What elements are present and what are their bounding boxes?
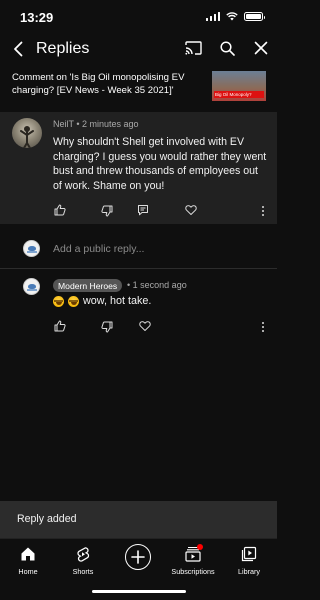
dislike-button[interactable] — [100, 204, 114, 218]
close-icon — [254, 41, 268, 55]
reply-button[interactable] — [136, 203, 150, 217]
nav-item-shorts[interactable]: Shorts — [58, 545, 108, 576]
reply-comment: Modern Heroes • 1 second ago wow, hot ta… — [0, 272, 277, 342]
more-options-icon[interactable] — [260, 320, 266, 334]
divider — [0, 268, 277, 269]
cellular-signal-icon — [205, 12, 220, 21]
search-button[interactable] — [217, 38, 237, 58]
reply-input-row[interactable]: Add a public reply... — [0, 232, 277, 266]
heart-button[interactable] — [184, 203, 198, 217]
dislike-button[interactable] — [100, 320, 114, 334]
thumbs-down-icon — [101, 205, 113, 217]
like-button[interactable] — [53, 319, 67, 333]
reply-meta: • 1 second ago — [127, 280, 187, 290]
parent-comment: NeilT • 2 minutes ago Why shouldn't Shel… — [0, 112, 277, 224]
close-button[interactable] — [251, 38, 271, 58]
like-button[interactable] — [53, 203, 67, 217]
notification-dot — [197, 544, 203, 550]
laughing-emoji-icon — [68, 295, 79, 307]
video-thumbnail[interactable]: Big Oil Monopoly? — [212, 71, 266, 101]
snackbar-text: Reply added — [17, 513, 77, 525]
home-icon — [21, 547, 35, 561]
video-reference[interactable]: Comment on 'Is Big Oil monopolising EV c… — [0, 68, 277, 108]
nav-item-subscriptions[interactable]: Subscriptions — [168, 544, 218, 576]
search-icon — [219, 40, 235, 56]
thumbs-up-icon — [54, 320, 66, 332]
reply-text-row: wow, hot take. — [53, 295, 151, 307]
back-button[interactable] — [8, 38, 28, 60]
snackbar: Reply added — [0, 501, 277, 538]
nav-label-subscriptions: Subscriptions — [171, 567, 215, 576]
status-bar: 13:29 — [0, 0, 277, 34]
thumbs-up-icon — [54, 204, 66, 216]
page-title: Replies — [36, 40, 90, 57]
library-icon — [241, 546, 257, 562]
thumbs-down-icon — [101, 321, 113, 333]
avatar[interactable] — [23, 278, 40, 295]
comment-meta: NeilT • 2 minutes ago — [53, 119, 139, 129]
nav-label-home: Home — [18, 567, 38, 576]
comment-time: 2 minutes ago — [82, 119, 139, 129]
home-indicator — [92, 590, 186, 593]
header-actions — [183, 38, 271, 58]
person-silhouette-icon — [20, 126, 34, 148]
laughing-emoji-icon — [53, 295, 64, 307]
reply-icon — [138, 205, 148, 216]
cast-icon — [184, 41, 202, 55]
nav-item-library[interactable]: Library — [224, 545, 274, 576]
heart-icon — [139, 321, 151, 331]
thumbnail-caption: Big Oil Monopoly? — [215, 92, 252, 97]
replies-header: Replies — [0, 34, 277, 64]
shorts-icon — [77, 546, 90, 562]
create-icon — [131, 550, 145, 564]
reply-text: wow, hot take. — [83, 295, 152, 307]
avatar[interactable] — [12, 118, 42, 148]
create-button[interactable] — [125, 544, 151, 570]
back-arrow-icon — [14, 41, 23, 57]
cast-button[interactable] — [183, 38, 203, 58]
avatar — [23, 240, 40, 257]
more-options-icon[interactable] — [260, 204, 266, 218]
channel-name-badge[interactable]: Modern Heroes — [53, 279, 123, 292]
battery-icon — [244, 12, 265, 21]
nav-item-home[interactable]: Home — [3, 545, 53, 576]
comment-author[interactable]: NeilT — [53, 119, 74, 129]
wifi-icon — [226, 12, 238, 21]
heart-button[interactable] — [138, 319, 152, 333]
status-icons — [205, 12, 265, 21]
nav-label-shorts: Shorts — [72, 567, 94, 576]
video-reference-text: Comment on 'Is Big Oil monopolising EV c… — [12, 72, 185, 96]
heart-icon — [185, 205, 197, 215]
reply-time: 1 second ago — [132, 280, 187, 290]
status-time: 13:29 — [20, 10, 54, 25]
nav-label-library: Library — [238, 567, 260, 576]
comment-text: Why shouldn't Shell get involved with EV… — [53, 136, 267, 192]
reply-input[interactable]: Add a public reply... — [53, 243, 144, 255]
